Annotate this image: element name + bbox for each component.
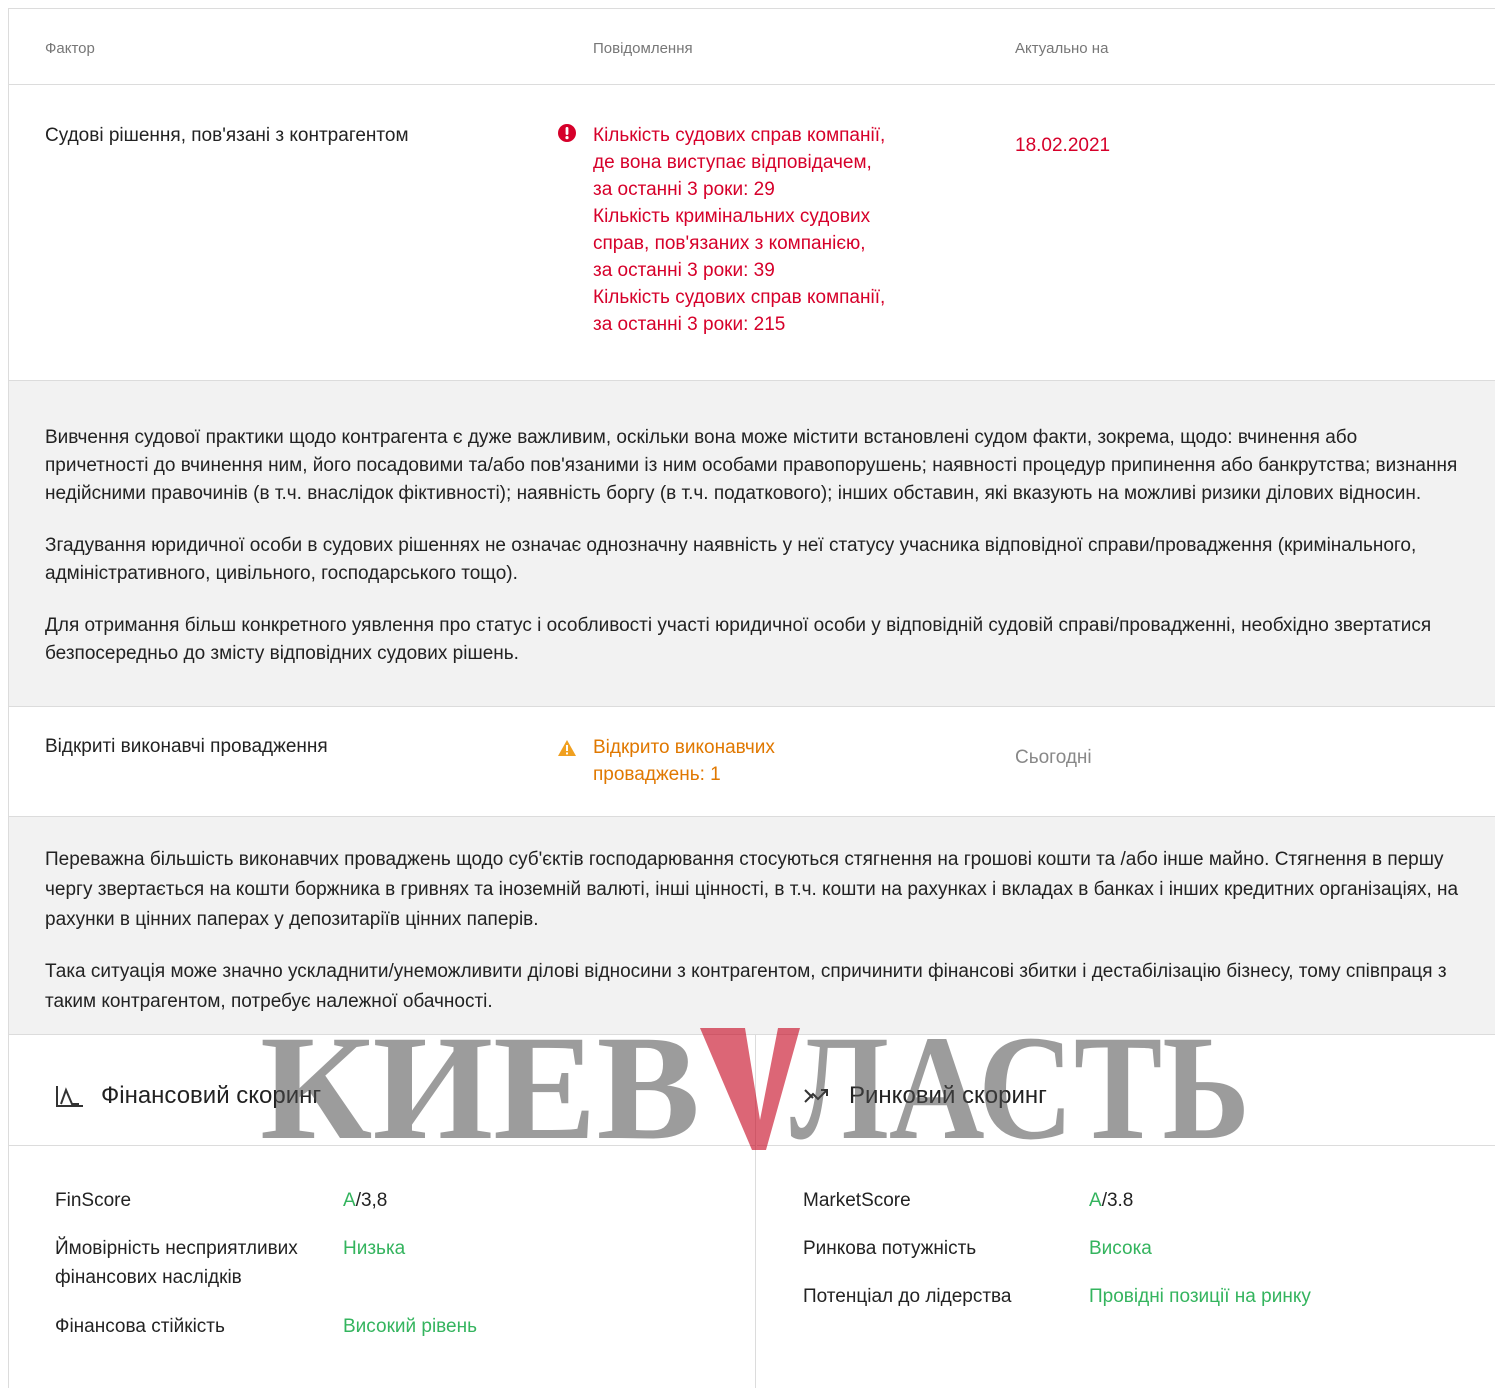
financial-scoring-panel: Фінансовий скоринг FinScore A/3,8 Ймовір… [9, 1034, 756, 1388]
description-paragraph: Вивчення судової практики щодо контраген… [45, 427, 1458, 504]
message-text: Відкрито виконавчих проваджень: 1 [593, 734, 775, 788]
table-row-enforcement: Відкриті виконавчі провадження Відкрито … [9, 707, 1495, 817]
description-court-decisions: Вивчення судової практики щодо контраген… [9, 381, 1495, 707]
message-line: Кількість судових справ компанії, [593, 125, 886, 146]
description-enforcement: Переважна більшість виконавчих проваджен… [9, 817, 1495, 1035]
adverse-consequences-value: Низька [343, 1238, 406, 1259]
report-frame: Фактор Повідомлення Актуально на Судові … [8, 8, 1495, 1388]
message-line: за останні 3 роки: 215 [593, 314, 786, 335]
message-line: Відкрито виконавчих [593, 737, 775, 758]
marketscore-label: MarketScore [803, 1190, 911, 1211]
message-line: за останні 3 роки: 39 [593, 260, 775, 281]
factor-label: Відкриті виконавчі провадження [45, 736, 328, 757]
description-paragraph: Згадування юридичної особи в судових ріш… [45, 535, 1417, 584]
market-scoring-header: Ринковий скоринг [757, 1034, 1495, 1146]
description-paragraph: Для отримання більш конкретного уявлення… [45, 615, 1432, 664]
finscore-label: FinScore [55, 1190, 132, 1211]
adverse-consequences-label: Ймовірність несприятливих фінансових нас… [55, 1238, 298, 1288]
finscore-number: /3,8 [355, 1190, 388, 1211]
marketscore-value: A/3.8 [1089, 1186, 1133, 1215]
leadership-potential-label: Потенціал до лідерства [803, 1286, 1012, 1307]
message-line: за останні 3 роки: 29 [593, 179, 775, 200]
description-paragraph: Така ситуація може значно ускладнити/уне… [45, 961, 1447, 1012]
date-value: Сьогодні [1015, 747, 1092, 768]
leadership-potential-value: Провідні позиції на ринку [1089, 1286, 1311, 1307]
trend-arrows-icon [803, 1086, 831, 1111]
table-header: Фактор Повідомлення Актуально на [9, 9, 1495, 85]
marketscore-number: /3.8 [1101, 1190, 1134, 1211]
table-row-court-decisions: Судові рішення, пов'язані з контрагентом… [9, 85, 1495, 381]
finscore-grade: A [343, 1190, 356, 1211]
market-power-label: Ринкова потужність [803, 1238, 977, 1259]
message-line: Кількість кримінальних судових [593, 206, 871, 227]
message-line: справ, пов'язаних з компанією, [593, 233, 866, 254]
line-chart-icon [55, 1084, 85, 1113]
financial-stability-value: Високий рівень [343, 1316, 478, 1337]
market-scoring-panel: Ринковий скоринг MarketScore A/3.8 Ринко… [757, 1034, 1495, 1388]
financial-scoring-header: Фінансовий скоринг [9, 1034, 755, 1146]
message-line: проваджень: 1 [593, 764, 721, 785]
message-line: де вона виступає відповідачем, [593, 152, 872, 173]
exclamation-circle-icon [557, 123, 577, 148]
warning-triangle-icon [557, 739, 577, 762]
market-power-value: Висока [1089, 1238, 1152, 1259]
finscore-value: A/3,8 [343, 1186, 387, 1215]
message-line: Кількість судових справ компанії, [593, 287, 886, 308]
marketscore-grade: A [1089, 1190, 1102, 1211]
market-scoring-title: Ринковий скоринг [849, 1082, 1047, 1109]
header-factor: Фактор [45, 40, 95, 57]
factor-label: Судові рішення, пов'язані з контрагентом [45, 125, 409, 146]
financial-scoring-title: Фінансовий скоринг [101, 1082, 322, 1109]
description-paragraph: Переважна більшість виконавчих проваджен… [45, 849, 1459, 930]
header-date: Актуально на [1015, 40, 1109, 57]
header-message: Повідомлення [593, 40, 693, 57]
financial-stability-label: Фінансова стійкість [55, 1316, 225, 1337]
date-value: 18.02.2021 [1015, 135, 1111, 156]
message-text: Кількість судових справ компанії, де вон… [593, 122, 885, 338]
